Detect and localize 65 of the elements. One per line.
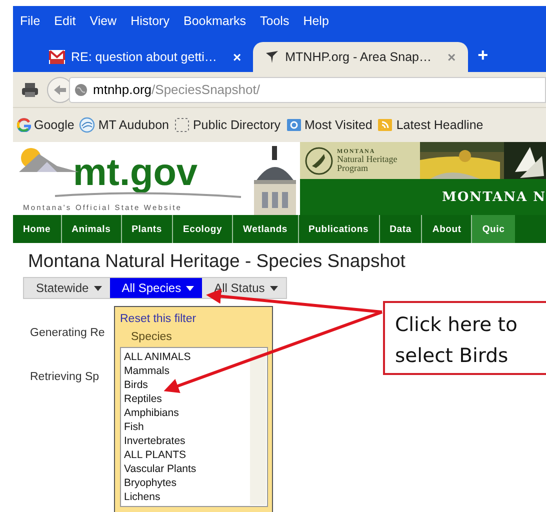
bookmark[interactable]: Latest Headline: [377, 117, 484, 133]
swoosh-icon: [53, 192, 243, 200]
google-icon: [17, 118, 31, 132]
caret-icon: [94, 286, 102, 290]
callout-box: Click here to select Birds: [383, 301, 546, 375]
bookmark[interactable]: Most Visited: [286, 117, 372, 133]
menu-item[interactable]: Edit: [54, 14, 76, 28]
species-list[interactable]: ALL ANIMALS Mammals Birds Reptiles Amphibians Fish Invertebrates ALL PLANTS Vascular Plants Bryophytes Lichens: [120, 347, 268, 507]
menu-item[interactable]: Tools: [260, 14, 290, 28]
bookmark[interactable]: Google: [17, 118, 74, 132]
list-option[interactable]: Mammals: [124, 364, 267, 378]
print-icon[interactable]: [21, 82, 39, 98]
list-label: Species: [131, 331, 173, 343]
new-tab-button[interactable]: +: [478, 45, 488, 66]
badge-text: Natural Heritage: [337, 154, 398, 164]
nav-link[interactable]: Plants: [122, 215, 173, 243]
url-text: mtnhp.org/SpeciesSnapshot/: [93, 82, 260, 97]
nav-link[interactable]: Quic: [472, 215, 515, 243]
globe-icon: [74, 82, 88, 96]
nav-link[interactable]: Animals: [62, 215, 122, 243]
list-option[interactable]: Bryophytes: [124, 476, 267, 490]
filter-dropdown[interactable]: All Species: [110, 278, 202, 298]
nav-link[interactable]: Data: [380, 215, 422, 243]
nav-link[interactable]: Wetlands: [233, 215, 299, 243]
page-title: Montana Natural Heritage - Species Snapshot: [28, 250, 406, 272]
list-option[interactable]: Invertebrates: [124, 434, 267, 448]
status-text: Generating Re: [30, 327, 105, 339]
banner-title: MONTANA N: [442, 190, 546, 204]
caret-icon: [186, 286, 194, 290]
list-option[interactable]: Fish: [124, 420, 267, 434]
scrollbar[interactable]: [250, 349, 266, 505]
blank-page-icon: [174, 117, 190, 133]
browser-tab[interactable]: MTNHP.org - Area Snap… ×: [253, 42, 468, 72]
bookmark[interactable]: Public Directory: [174, 117, 280, 133]
status-text: Retrieving Sp: [30, 371, 100, 383]
menu-item[interactable]: File: [20, 14, 40, 28]
menu-item[interactable]: Bookmarks: [183, 14, 246, 28]
tab-title: MTNHP.org - Area Snap…: [285, 50, 432, 64]
menu-item[interactable]: View: [90, 14, 117, 28]
list-option[interactable]: ALL ANIMALS: [124, 350, 267, 364]
menu-item[interactable]: Help: [303, 14, 329, 28]
address-field[interactable]: mtnhp.org/SpeciesSnapshot/: [69, 76, 546, 102]
folder-icon: [286, 117, 302, 133]
list-option[interactable]: Birds: [124, 378, 267, 392]
list-option[interactable]: Vascular Plants: [124, 462, 267, 476]
menu-item[interactable]: History: [130, 14, 170, 28]
nav-link[interactable]: Ecology: [172, 215, 234, 243]
back-arrow-icon: [53, 84, 67, 96]
site-logo[interactable]: mt.gov: [73, 154, 250, 192]
caret-icon: [270, 286, 278, 290]
list-option[interactable]: Lichens: [124, 490, 267, 504]
feed-icon: [377, 117, 394, 133]
browser-tab[interactable]: RE: question about getti… ×: [37, 42, 254, 72]
badge-text: Program: [337, 164, 368, 172]
reset-link[interactable]: Reset this filter: [120, 313, 272, 325]
tab-title: RE: question about getti…: [71, 50, 217, 64]
mail-icon: [49, 50, 65, 64]
globe-icon: [79, 117, 96, 133]
close-tab-button[interactable]: ×: [232, 49, 242, 65]
list-option[interactable]: ALL PLANTS: [124, 448, 267, 462]
list-option[interactable]: Reptiles: [124, 392, 267, 406]
nav-link[interactable]: Home: [13, 215, 62, 243]
nav-link[interactable]: Publications: [298, 215, 380, 243]
list-option[interactable]: Amphibians: [124, 406, 267, 420]
bookmark[interactable]: MT Audubon: [79, 117, 169, 133]
